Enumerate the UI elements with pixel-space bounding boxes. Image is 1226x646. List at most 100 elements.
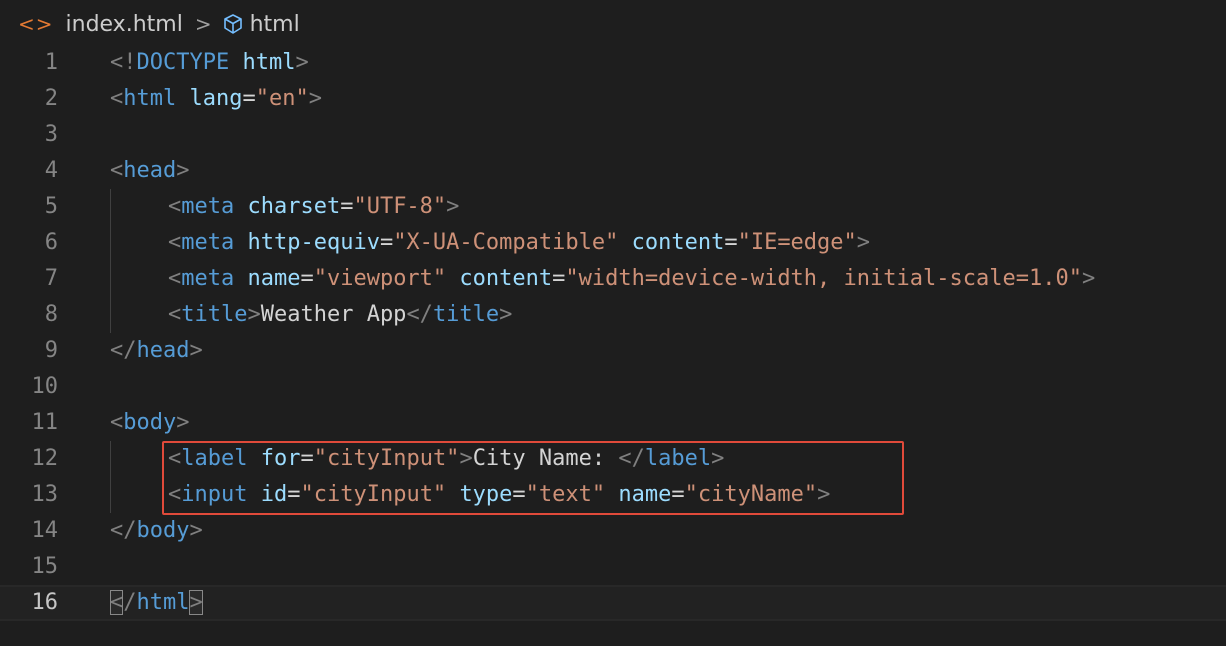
line-number: 8 — [44, 302, 58, 327]
code-text: <meta http-equiv="X-UA-Compatible" conte… — [168, 225, 870, 261]
code-token: < — [110, 410, 124, 435]
code-editor[interactable]: 1 <!DOCTYPE html> 2 <html lang="en"> 3 4 <head… — [0, 45, 1226, 621]
code-token: > — [176, 158, 190, 183]
line-number: 7 — [44, 266, 58, 291]
matching-bracket: < — [110, 590, 124, 615]
breadcrumb-file[interactable]: index.html — [66, 12, 183, 37]
breadcrumb-separator: > — [194, 12, 212, 36]
code-text: <meta charset="UTF-8"> — [168, 189, 459, 225]
code-token: title — [432, 302, 500, 327]
code-text: <title>Weather App</title> — [168, 297, 512, 333]
code-token: > — [176, 410, 190, 435]
code-text: <html lang="en"> — [110, 81, 322, 117]
code-token: > — [499, 302, 513, 327]
code-line[interactable]: 15 — [0, 549, 1226, 585]
code-token: body — [136, 518, 190, 543]
code-token: = — [552, 266, 566, 291]
breadcrumb-symbol[interactable]: html — [250, 12, 300, 37]
code-token: > — [1081, 266, 1096, 291]
code-token: </ — [406, 302, 433, 327]
code-line[interactable]: 11 <body> — [0, 405, 1226, 441]
code-token: < — [168, 302, 182, 327]
code-line[interactable]: 4 <head> — [0, 153, 1226, 189]
code-text: <meta name="viewport" content="width=dev… — [168, 261, 1095, 297]
code-line[interactable]: 2 <html lang="en"> — [0, 81, 1226, 117]
code-line[interactable]: 10 — [0, 369, 1226, 405]
code-token: > — [856, 230, 871, 255]
code-token: = — [300, 266, 314, 291]
code-token: "X-UA-Compatible" — [393, 230, 619, 255]
code-line[interactable]: 7 <meta name="viewport" content="width=de… — [0, 261, 1226, 297]
code-text: <head> — [110, 153, 189, 189]
code-token: = — [724, 230, 738, 255]
code-token: meta — [181, 266, 235, 291]
code-token: "width=device-width, initial-scale=1.0" — [565, 266, 1082, 291]
code-token: lang — [189, 86, 243, 111]
html-file-icon: <> — [18, 12, 54, 36]
code-token: "IE=edge" — [737, 230, 857, 255]
code-token: html — [242, 50, 296, 75]
code-token: > — [189, 518, 203, 543]
code-text: </head> — [110, 333, 203, 369]
code-token: > — [189, 338, 203, 363]
code-token: < — [110, 158, 124, 183]
code-token: </ — [110, 338, 137, 363]
code-token: = — [242, 86, 256, 111]
code-line[interactable]: 1 <!DOCTYPE html> — [0, 45, 1226, 81]
code-token: content — [631, 230, 725, 255]
code-token: head — [136, 338, 190, 363]
code-token: </ — [110, 518, 137, 543]
code-text: <!DOCTYPE html> — [110, 45, 309, 81]
line-number: 4 — [44, 158, 58, 183]
code-token: > — [308, 86, 322, 111]
code-token: < — [168, 194, 182, 219]
code-token: > — [247, 302, 261, 327]
code-text: <body> — [110, 405, 189, 441]
code-line[interactable]: 5 <meta charset="UTF-8"> — [0, 189, 1226, 225]
line-number: 9 — [44, 338, 58, 363]
line-number: 11 — [31, 410, 59, 435]
line-number: 5 — [44, 194, 58, 219]
code-line[interactable]: 8 <title>Weather App</title> — [0, 297, 1226, 333]
code-token: = — [340, 194, 354, 219]
code-token: head — [123, 158, 177, 183]
code-line[interactable]: 3 — [0, 117, 1226, 153]
code-token: = — [379, 230, 394, 255]
code-text: </html> — [110, 587, 203, 619]
code-token: title — [181, 302, 248, 327]
cube-icon — [222, 13, 244, 35]
code-line[interactable]: 9 </head> — [0, 333, 1226, 369]
line-number: 2 — [44, 86, 58, 111]
code-token: "en" — [255, 86, 309, 111]
code-token: < — [168, 230, 182, 255]
code-token: http-equiv — [247, 230, 380, 255]
breadcrumb: <> index.html > html — [0, 0, 1226, 48]
code-token: Weather App — [260, 302, 407, 327]
matching-bracket: > — [189, 590, 203, 615]
code-token: meta — [181, 230, 235, 255]
code-token: meta — [181, 194, 235, 219]
code-line[interactable]: 16 </html> — [0, 585, 1226, 621]
code-line[interactable]: 6 <meta http-equiv="X-UA-Compatible" cont… — [0, 225, 1226, 261]
code-token: content — [459, 266, 553, 291]
code-token: DOCTYPE — [136, 50, 230, 75]
line-number: 13 — [31, 482, 59, 507]
code-token: < — [168, 266, 182, 291]
line-number: 12 — [31, 446, 59, 471]
code-token: html — [136, 590, 190, 615]
line-number: 16 — [31, 590, 59, 615]
code-token: > — [295, 50, 309, 75]
code-token: name — [247, 266, 301, 291]
code-token: < — [110, 86, 124, 111]
line-number: 1 — [44, 50, 58, 75]
code-line[interactable]: 14 </body> — [0, 513, 1226, 549]
code-token: body — [123, 410, 177, 435]
line-number: 15 — [31, 554, 59, 579]
line-number: 14 — [31, 518, 59, 543]
